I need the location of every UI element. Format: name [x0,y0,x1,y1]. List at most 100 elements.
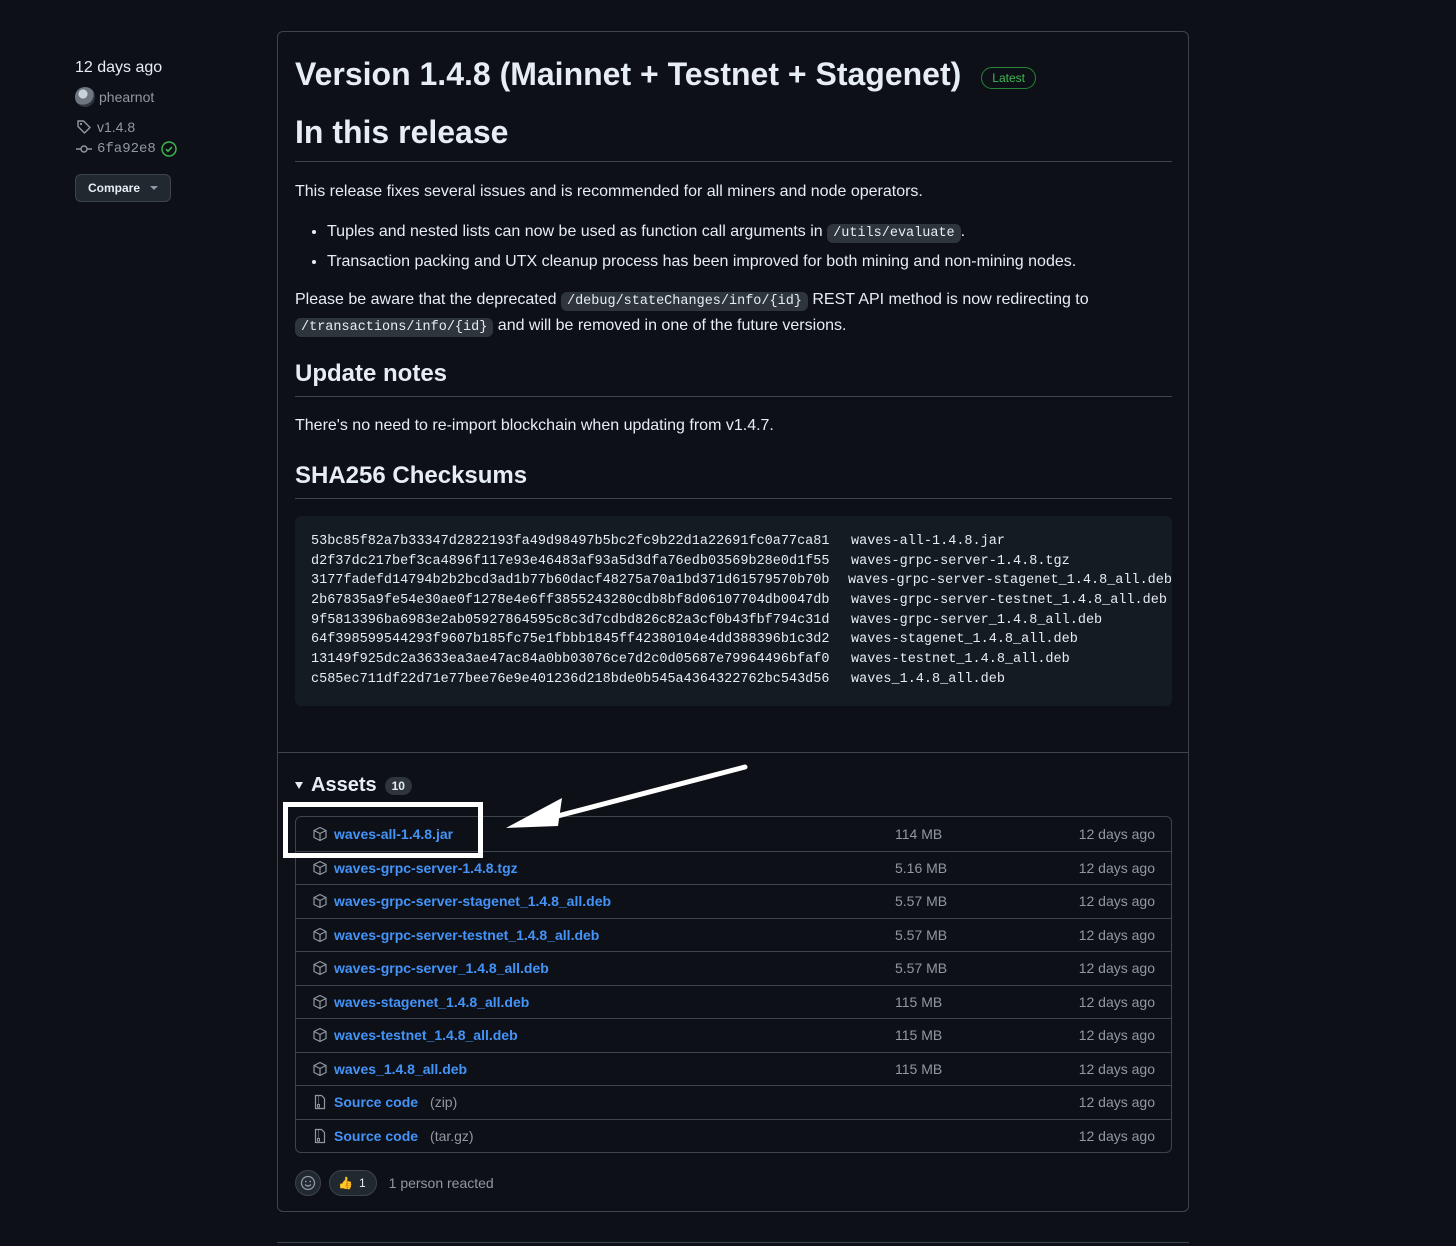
checksum-line: 3177fadefd14794b2b2bcd3ad1b77b60dacf4827… [311,573,1172,589]
asset-name-cell: waves-grpc-server-stagenet_1.4.8_all.deb [312,893,895,909]
smiley-icon [300,1175,316,1191]
asset-size: 5.57 MB [895,893,948,910]
update-text: There's no need to re-import blockchain … [295,417,774,434]
inline-code: /debug/stateChanges/info/{id} [560,292,808,311]
asset-size: 115 MB [895,1027,943,1044]
package-icon [312,960,328,976]
reactions-bar: 👍 1 1 person reacted [295,1170,494,1196]
asset-row: waves-stagenet_1.4.8_all.deb 115 MB 12 day… [296,984,1171,1019]
asset-link[interactable]: waves-testnet_1.4.8_all.deb [334,1027,518,1043]
author-link[interactable]: phearnot [75,86,255,108]
asset-size: 5.16 MB [895,859,948,876]
next-card-edge [277,1242,1189,1243]
package-icon [312,1027,328,1043]
deprecation-note: Please be aware that the deprecated /deb… [295,291,1089,337]
asset-row: waves-grpc-server_1.4.8_all.deb 5.57 MB 12… [296,951,1171,985]
checksum-line: 9f5813396ba6983e2ab05927864595c8c3d7cdbd… [311,612,1103,628]
asset-link[interactable]: waves-grpc-server-testnet_1.4.8_all.deb [334,927,599,943]
checksum-line: d2f37dc217bef3ca4896f117e93e46483af93a5d… [311,553,1070,569]
file-zip-icon [312,1128,328,1144]
add-reaction-button[interactable] [295,1170,321,1196]
asset-row: waves-grpc-server-stagenet_1.4.8_all.deb… [296,884,1171,918]
asset-row: Source code (zip) 12 days ago [296,1085,1171,1119]
package-icon [312,860,328,876]
assets-label: Assets [311,774,377,796]
triangle-down-icon [295,782,303,789]
asset-date: 12 days ago [1078,1060,1155,1077]
asset-date: 12 days ago [1078,993,1155,1010]
file-zip-icon [312,1094,328,1110]
commit-sha[interactable]: 6fa92e8 [97,141,156,157]
avatar [75,87,95,107]
release-meta: 12 days ago phearnot v1.4.8 6fa92e8 Comp… [75,56,255,202]
package-icon [312,893,328,909]
package-icon [312,927,328,943]
asset-date: 12 days ago [1078,960,1155,977]
checksums-block: 53bc85f82a7b33347d2822193fa49d98497b5bc2… [295,516,1172,706]
heading-update-notes: Update notes [295,360,1172,397]
asset-name-cell: waves-stagenet_1.4.8_all.deb [312,994,895,1010]
release-intro: This release fixes several issues and is… [295,183,923,200]
asset-size: 115 MB [895,1060,943,1077]
asset-name-cell: waves-testnet_1.4.8_all.deb [312,1027,895,1043]
assets-list: waves-all-1.4.8.jar 114 MB 12 days ago wave… [295,816,1172,1153]
assets-count: 10 [384,776,412,795]
package-icon [312,1061,328,1077]
asset-link[interactable]: waves-grpc-server-1.4.8.tgz [334,860,518,876]
commit-link[interactable]: 6fa92e8 [75,138,255,160]
author-name[interactable]: phearnot [99,89,154,105]
release-date: 12 days ago [75,59,163,76]
asset-name-cell: waves_1.4.8_all.deb [312,1061,895,1077]
asset-date: 12 days ago [1078,1094,1155,1111]
tag-icon [75,118,93,136]
asset-row: Source code (tar.gz) 12 days ago [296,1118,1171,1153]
compare-label: Compare [88,181,141,195]
asset-link[interactable]: Source code [334,1128,418,1144]
tag-name[interactable]: v1.4.8 [97,119,135,135]
asset-name-cell: Source code (zip) [312,1094,895,1110]
asset-link[interactable]: waves-stagenet_1.4.8_all.deb [334,994,529,1010]
asset-link[interactable]: waves_1.4.8_all.deb [334,1061,467,1077]
reaction-summary: 1 person reacted [388,1175,494,1191]
asset-link[interactable]: waves-grpc-server-stagenet_1.4.8_all.deb [334,893,611,909]
asset-name-cell: waves-grpc-server_1.4.8_all.deb [312,960,895,976]
checksum-line: c585ec711df22d71e77bee76e9e401236d218bde… [311,671,1005,687]
asset-row: waves-testnet_1.4.8_all.deb 115 MB 12 days… [296,1018,1171,1052]
bullet-item: Transaction packing and UTX cleanup proc… [327,248,1076,276]
asset-date: 12 days ago [1078,859,1155,876]
asset-size: 115 MB [895,993,943,1010]
inline-code: /utils/evaluate [827,224,961,243]
latest-badge: Latest [981,66,1036,89]
heading-checksums: SHA256 Checksums [295,462,1172,499]
assets-toggle[interactable]: Assets 10 [295,774,412,797]
annotation-arrow-icon [506,764,748,828]
asset-link[interactable]: waves-grpc-server_1.4.8_all.deb [334,960,549,976]
release-bullets: Tuples and nested lists can now be used … [327,218,1076,276]
compare-button[interactable]: Compare [75,174,172,202]
asset-link[interactable]: Source code [334,1094,418,1110]
asset-size: 5.57 MB [895,960,948,977]
heading-in-this-release: In this release [295,114,1172,162]
asset-row: waves_1.4.8_all.deb 115 MB 12 days ago [296,1051,1171,1086]
thumbs-up-icon: 👍 [338,1176,353,1190]
bullet-item: Tuples and nested lists can now be used … [327,218,1076,248]
checksum-line: 13149f925dc2a3633ea3ae47ac84a0bb03076ce7… [311,652,1070,668]
checksum-line: 53bc85f82a7b33347d2822193fa49d98497b5bc2… [311,534,1005,549]
release-title[interactable]: Version 1.4.8 (Mainnet + Testnet + Stage… [295,56,961,93]
checksum-line: 2b67835a9fe54e30ae0f1278e4e6ff3855243280… [311,593,1167,609]
tag-link[interactable]: v1.4.8 [75,116,255,138]
reaction-count: 1 [358,1176,366,1190]
thumbs-up-reaction[interactable]: 👍 1 [329,1170,377,1196]
asset-ext: (zip) [430,1094,458,1111]
asset-ext: (tar.gz) [430,1127,474,1144]
asset-name-cell: waves-grpc-server-1.4.8.tgz [312,860,895,876]
checksum-line: 64f398599544293f9607b185fc75e1fbbb1845ff… [311,632,1078,648]
asset-date: 12 days ago [1078,893,1155,910]
verified-check-icon[interactable] [160,140,178,158]
release-header: Version 1.4.8 (Mainnet + Testnet + Stage… [295,56,1036,93]
asset-size: 114 MB [895,825,943,842]
asset-row: waves-grpc-server-testnet_1.4.8_all.deb 5… [296,917,1171,952]
asset-date: 12 days ago [1078,1127,1155,1144]
commit-icon [75,140,93,158]
asset-name-cell: Source code (tar.gz) [312,1128,895,1144]
